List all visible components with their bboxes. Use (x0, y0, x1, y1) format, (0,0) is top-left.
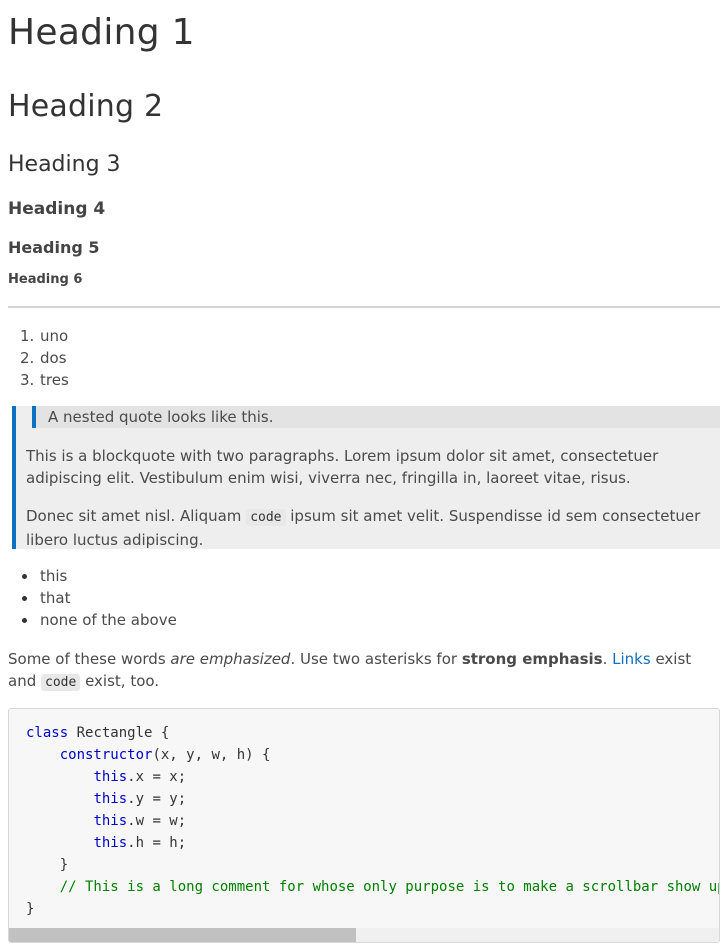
inline-code: code (246, 509, 286, 526)
unordered-list: this that none of the above (8, 565, 177, 631)
list-item-text: that (40, 589, 71, 607)
code-line: this.y = y; (26, 788, 719, 810)
code-text: .y = y; (127, 791, 187, 807)
code-line: class Rectangle { (26, 722, 719, 744)
body-paragraph: Some of these words are emphasized. Use … (8, 648, 720, 694)
list-item-text: none of the above (40, 611, 177, 629)
list-item-text: this (40, 567, 68, 585)
code-text: .h = h; (127, 835, 187, 851)
list-item: that (8, 587, 177, 609)
text-span: Some of these words (8, 650, 171, 668)
heading-4: Heading 4 (8, 199, 106, 219)
ordered-list: 1. uno 2. dos 3. tres (8, 325, 69, 391)
code-keyword: this (93, 835, 128, 851)
list-item: 3. tres (8, 369, 69, 391)
code-text: } (26, 901, 35, 917)
code-text: .x = x; (127, 769, 187, 785)
blockquote-paragraph-2: Donec sit amet nisl. Aliquam code ipsum … (26, 505, 716, 551)
bullet-icon (22, 574, 27, 579)
heading-6: Heading 6 (8, 272, 83, 287)
inline-code: code (41, 674, 81, 691)
list-item: this (8, 565, 177, 587)
horizontal-rule (8, 306, 720, 308)
code-line: } (26, 854, 719, 876)
text-span: . (602, 650, 613, 668)
code-line: this.x = x; (26, 766, 719, 788)
list-item: 1. uno (8, 325, 69, 347)
emphasis-text: are emphasized (170, 650, 291, 668)
code-keyword: this (93, 791, 128, 807)
code-block: class Rectangle { constructor(x, y, w, h… (8, 708, 720, 943)
code-content: class Rectangle { constructor(x, y, w, h… (26, 722, 720, 920)
code-keyword: this (93, 769, 128, 785)
links-link[interactable]: Links (612, 650, 651, 668)
bullet-icon (22, 618, 27, 623)
horizontal-scrollbar[interactable] (9, 928, 719, 942)
heading-1: Heading 1 (8, 12, 195, 53)
code-keyword: class (26, 725, 69, 741)
list-item-text: uno (40, 327, 69, 345)
code-text: Rectangle { (68, 725, 170, 741)
code-text: } (26, 857, 69, 873)
heading-3: Heading 3 (8, 152, 121, 177)
bullet-icon (22, 596, 27, 601)
code-line: this.h = h; (26, 832, 719, 854)
list-number: 1. (20, 327, 35, 345)
text-span: Donec sit amet nisl. Aliquam (26, 507, 247, 525)
list-item: 2. dos (8, 347, 69, 369)
strong-text: strong emphasis (461, 650, 603, 668)
list-item: none of the above (8, 609, 177, 631)
code-text: (x, y, w, h) { (152, 747, 271, 763)
code-line: constructor(x, y, w, h) { (26, 744, 719, 766)
code-keyword: constructor (59, 747, 153, 763)
code-text: .w = w; (127, 813, 187, 829)
scrollbar-thumb[interactable] (9, 928, 356, 942)
text-span: exist, too. (80, 672, 160, 690)
code-keyword: this (93, 813, 128, 829)
list-number: 2. (20, 349, 35, 367)
code-line: // This is a long comment for whose only… (26, 876, 720, 898)
heading-2: Heading 2 (8, 89, 164, 124)
code-line: this.w = w; (26, 810, 719, 832)
nested-blockquote: A nested quote looks like this. (32, 406, 720, 428)
blockquote: A nested quote looks like this. This is … (12, 406, 720, 549)
list-item-text: tres (40, 371, 69, 389)
code-comment: // This is a long comment for whose only… (59, 879, 720, 895)
blockquote-paragraph-1: This is a blockquote with two paragraphs… (26, 447, 659, 487)
list-item-text: dos (40, 349, 67, 367)
list-number: 3. (20, 371, 35, 389)
heading-5: Heading 5 (8, 238, 100, 257)
code-line: } (26, 898, 719, 920)
text-span: . Use two asterisks for (290, 650, 462, 668)
